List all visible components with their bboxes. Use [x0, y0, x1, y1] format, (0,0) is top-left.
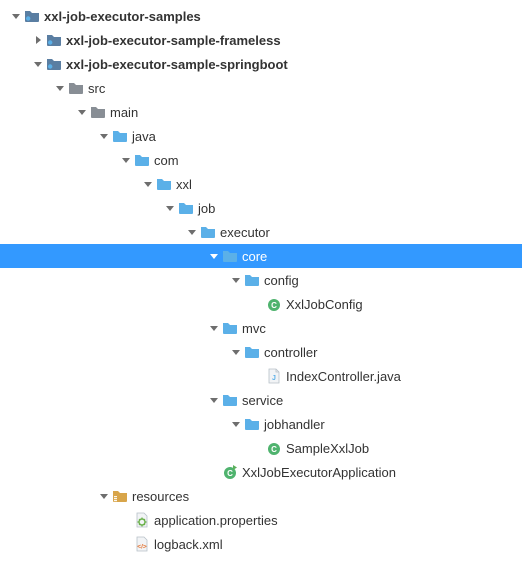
module-folder-icon — [46, 32, 62, 48]
tree-item-label: IndexController.java — [286, 369, 409, 384]
class-icon: C — [266, 296, 282, 312]
package-folder-icon — [200, 224, 216, 240]
tree-item-label: core — [242, 249, 275, 264]
chevron-right-icon[interactable] — [30, 32, 46, 48]
tree-item-label: java — [132, 129, 164, 144]
tree-item-label: controller — [264, 345, 325, 360]
package-folder-icon — [244, 416, 260, 432]
tree-item-label: xxl — [176, 177, 200, 192]
tree-row[interactable]: controller — [0, 340, 522, 364]
tree-row[interactable]: C XxlJobConfig — [0, 292, 522, 316]
arrow-placeholder — [118, 512, 134, 528]
tree-row[interactable]: java — [0, 124, 522, 148]
arrow-placeholder — [118, 536, 134, 552]
tree-item-label: logback.xml — [154, 537, 231, 552]
tree-item-label: application.properties — [154, 513, 286, 528]
java-file-icon: J — [266, 368, 282, 384]
project-tree[interactable]: xxl-job-executor-samples xxl-job-executo… — [0, 0, 522, 556]
tree-row[interactable]: src — [0, 76, 522, 100]
chevron-down-icon[interactable] — [206, 248, 222, 264]
chevron-down-icon[interactable] — [228, 344, 244, 360]
resources-folder-icon — [112, 488, 128, 504]
tree-row[interactable]: resources — [0, 484, 522, 508]
tree-item-label: mvc — [242, 321, 274, 336]
chevron-down-icon[interactable] — [206, 392, 222, 408]
class-run-icon: C — [222, 464, 238, 480]
tree-item-label: xxl-job-executor-sample-frameless — [66, 33, 289, 48]
tree-item-label: resources — [132, 489, 197, 504]
package-folder-icon — [244, 272, 260, 288]
svg-text:</>: </> — [137, 544, 147, 551]
chevron-down-icon[interactable] — [206, 320, 222, 336]
svg-text:J: J — [272, 375, 276, 382]
tree-item-label: executor — [220, 225, 278, 240]
tree-row[interactable]: xxl-job-executor-sample-springboot — [0, 52, 522, 76]
package-folder-icon — [222, 248, 238, 264]
tree-row[interactable]: service — [0, 388, 522, 412]
tree-row[interactable]: J IndexController.java — [0, 364, 522, 388]
plain-folder-icon — [68, 80, 84, 96]
tree-row[interactable]: application.properties — [0, 508, 522, 532]
module-folder-icon — [24, 8, 40, 24]
chevron-down-icon[interactable] — [74, 104, 90, 120]
source-folder-icon — [112, 128, 128, 144]
tree-item-label: xxl-job-executor-sample-springboot — [66, 57, 296, 72]
tree-item-label: main — [110, 105, 146, 120]
chevron-down-icon[interactable] — [52, 80, 68, 96]
properties-file-icon — [134, 512, 150, 528]
arrow-placeholder — [206, 464, 222, 480]
tree-item-label: XxlJobExecutorApplication — [242, 465, 404, 480]
chevron-down-icon[interactable] — [228, 272, 244, 288]
svg-text:C: C — [227, 469, 233, 478]
package-folder-icon — [134, 152, 150, 168]
tree-row[interactable]: executor — [0, 220, 522, 244]
tree-row[interactable]: com — [0, 148, 522, 172]
tree-item-label: src — [88, 81, 113, 96]
tree-item-label: config — [264, 273, 307, 288]
chevron-down-icon[interactable] — [140, 176, 156, 192]
chevron-down-icon[interactable] — [118, 152, 134, 168]
arrow-placeholder — [250, 440, 266, 456]
plain-folder-icon — [90, 104, 106, 120]
tree-item-label: jobhandler — [264, 417, 333, 432]
tree-row[interactable]: </> logback.xml — [0, 532, 522, 556]
chevron-down-icon[interactable] — [228, 416, 244, 432]
chevron-down-icon[interactable] — [8, 8, 24, 24]
package-folder-icon — [156, 176, 172, 192]
tree-row[interactable]: xxl-job-executor-sample-frameless — [0, 28, 522, 52]
tree-item-label: service — [242, 393, 291, 408]
xml-file-icon: </> — [134, 536, 150, 552]
tree-row[interactable]: config — [0, 268, 522, 292]
tree-row[interactable]: C XxlJobExecutorApplication — [0, 460, 522, 484]
chevron-down-icon[interactable] — [96, 488, 112, 504]
arrow-placeholder — [250, 296, 266, 312]
class-icon: C — [266, 440, 282, 456]
tree-row[interactable]: core — [0, 244, 522, 268]
tree-item-label: XxlJobConfig — [286, 297, 371, 312]
chevron-down-icon[interactable] — [184, 224, 200, 240]
tree-item-label: com — [154, 153, 187, 168]
tree-row[interactable]: xxl — [0, 172, 522, 196]
chevron-down-icon[interactable] — [30, 56, 46, 72]
module-folder-icon — [46, 56, 62, 72]
tree-row[interactable]: C SampleXxlJob — [0, 436, 522, 460]
arrow-placeholder — [250, 368, 266, 384]
tree-item-label: xxl-job-executor-samples — [44, 9, 209, 24]
tree-item-label: SampleXxlJob — [286, 441, 377, 456]
svg-text:C: C — [271, 301, 277, 310]
tree-row[interactable]: job — [0, 196, 522, 220]
tree-row[interactable]: mvc — [0, 316, 522, 340]
package-folder-icon — [222, 392, 238, 408]
package-folder-icon — [222, 320, 238, 336]
chevron-down-icon[interactable] — [162, 200, 178, 216]
tree-row[interactable]: main — [0, 100, 522, 124]
tree-row[interactable]: jobhandler — [0, 412, 522, 436]
package-folder-icon — [178, 200, 194, 216]
package-folder-icon — [244, 344, 260, 360]
chevron-down-icon[interactable] — [96, 128, 112, 144]
tree-row[interactable]: xxl-job-executor-samples — [0, 4, 522, 28]
tree-item-label: job — [198, 201, 223, 216]
svg-text:C: C — [271, 445, 277, 454]
